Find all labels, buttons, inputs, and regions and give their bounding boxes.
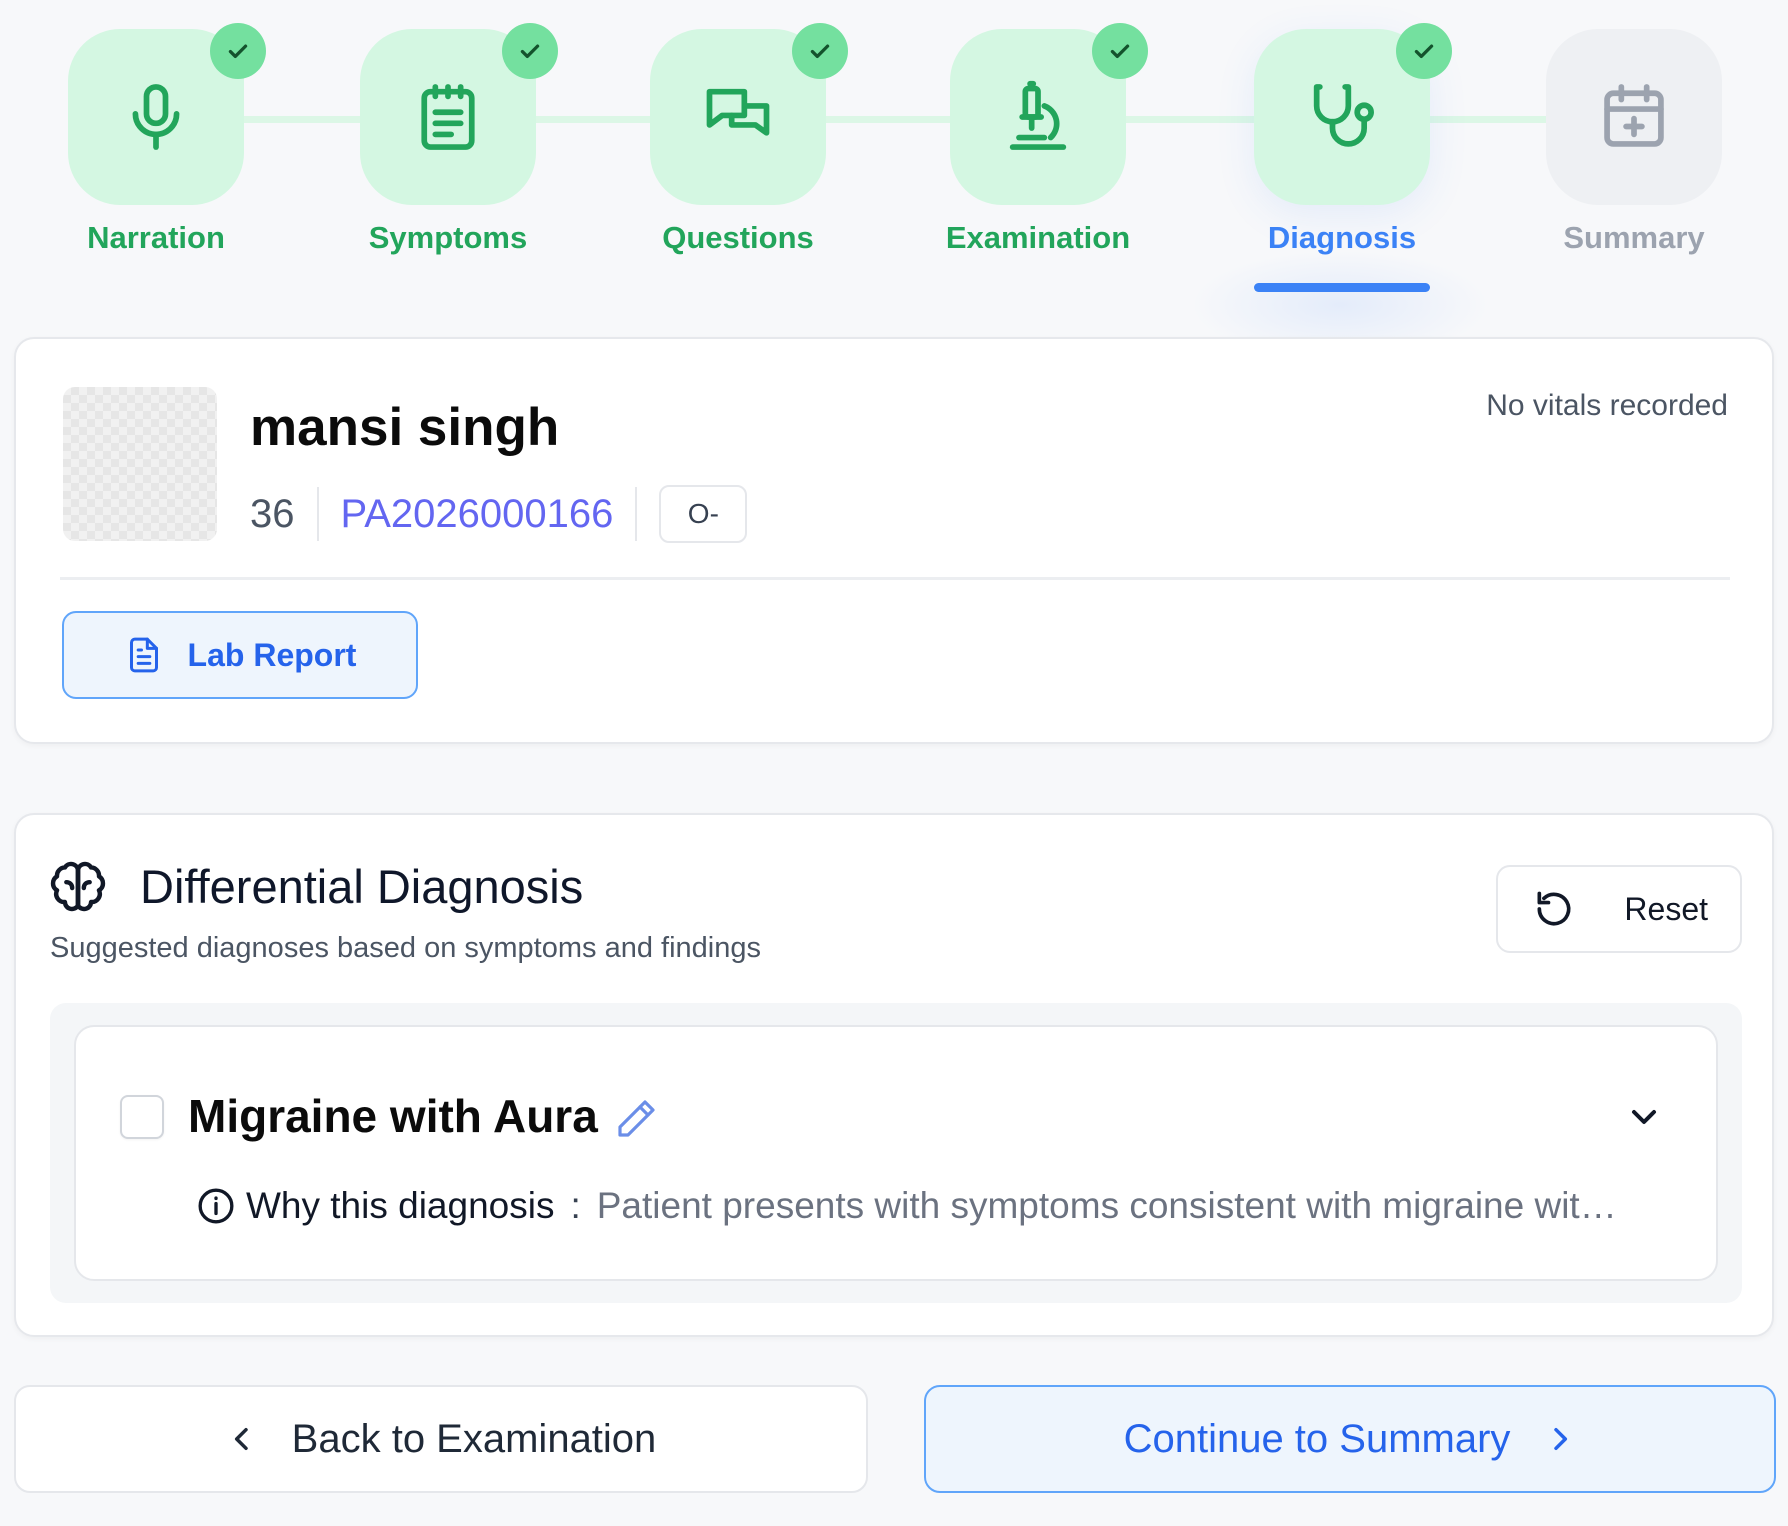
completed-check-icon [1396, 23, 1452, 79]
lab-report-button[interactable]: Lab Report [62, 611, 418, 699]
step-connector [1430, 116, 1546, 123]
completed-check-icon [1092, 23, 1148, 79]
pencil-icon[interactable] [612, 1095, 660, 1143]
step-label: Narration [87, 220, 225, 255]
completed-check-icon [792, 23, 848, 79]
chevron-left-icon [234, 1427, 248, 1451]
microphone-icon [132, 84, 180, 150]
section-subtitle: Suggested diagnoses based on symptoms an… [50, 932, 761, 964]
step-connector [534, 116, 650, 123]
step-connector [244, 116, 360, 123]
divider [635, 487, 638, 541]
step-examination[interactable]: Examination [946, 23, 1148, 255]
step-label: Summary [1563, 220, 1705, 255]
back-to-examination-button[interactable]: Back to Examination [14, 1385, 868, 1493]
divider [316, 487, 319, 541]
stethoscope-icon [1313, 84, 1374, 147]
progress-stepper: Narration Symptoms Questions Examination… [0, 0, 1788, 360]
chevron-right-icon [1554, 1427, 1568, 1451]
chevron-down-icon[interactable] [1624, 1097, 1664, 1137]
step-summary-icon-tile [1546, 29, 1722, 205]
back-label: Back to Examination [291, 1416, 657, 1461]
step-symptoms[interactable]: Symptoms [360, 23, 558, 255]
differential-diagnosis-card: Differential Diagnosis Suggested diagnos… [14, 813, 1774, 1337]
step-summary[interactable]: Summary [1546, 29, 1722, 255]
patient-meta: 36 PA2026000166 O- [250, 485, 748, 543]
diagnosis-list: Migraine with Aura Why this diagnosis : … [50, 1003, 1742, 1303]
reset-button[interactable]: Reset [1496, 865, 1742, 953]
step-label: Symptoms [368, 220, 528, 255]
step-narration-icon-tile [68, 23, 266, 205]
completed-check-icon [210, 23, 266, 79]
calendar-plus-icon [1604, 84, 1664, 147]
info-icon [198, 1188, 234, 1224]
step-label: Diagnosis [1267, 220, 1417, 255]
chat-bubbles-icon [706, 88, 770, 136]
patient-id: PA2026000166 [340, 491, 614, 536]
rationale-label: Why this diagnosis [246, 1185, 555, 1226]
lab-report-label: Lab Report [187, 636, 357, 673]
rationale-text: Patient presents with symptoms consisten… [596, 1185, 1617, 1226]
diagnosis-checkbox[interactable] [120, 1095, 164, 1139]
avatar [63, 387, 217, 541]
section-title: Differential Diagnosis [140, 860, 584, 913]
step-label: Questions [662, 220, 814, 255]
divider [60, 577, 1730, 580]
step-connector [824, 116, 950, 123]
rationale-colon: : [570, 1185, 581, 1226]
blood-group-badge: O- [659, 485, 748, 543]
reset-icon [1537, 891, 1571, 926]
continue-to-summary-button[interactable]: Continue to Summary [924, 1385, 1776, 1493]
reset-label: Reset [1624, 890, 1708, 927]
continue-label: Continue to Summary [1123, 1416, 1511, 1461]
step-diagnosis-icon-tile [1254, 23, 1452, 205]
step-questions-icon-tile [650, 23, 848, 205]
step-diagnosis[interactable]: Diagnosis [1254, 23, 1452, 255]
document-icon [129, 637, 158, 673]
active-step-indicator [1254, 283, 1430, 292]
vitals-status: No vitals recorded [1486, 389, 1728, 422]
diagnosis-name: Migraine with Aura [188, 1090, 598, 1142]
patient-card: mansi singh 36 PA2026000166 O- No vitals… [14, 337, 1774, 744]
diagnosis-rationale: Why this diagnosis : Patient presents wi… [196, 1185, 1656, 1227]
step-narration[interactable]: Narration [68, 23, 266, 255]
microscope-icon [1009, 80, 1067, 150]
step-questions[interactable]: Questions [650, 23, 848, 255]
brain-icon [50, 861, 106, 912]
patient-age: 36 [250, 491, 295, 536]
clipboard-icon [421, 84, 475, 150]
completed-check-icon [502, 23, 558, 79]
step-label: Examination [945, 220, 1131, 255]
step-examination-icon-tile [950, 23, 1148, 205]
step-symptoms-icon-tile [360, 23, 558, 205]
step-connector [1126, 116, 1254, 123]
diagnosis-item: Migraine with Aura Why this diagnosis : … [74, 1025, 1718, 1281]
patient-name: mansi singh [250, 398, 560, 457]
